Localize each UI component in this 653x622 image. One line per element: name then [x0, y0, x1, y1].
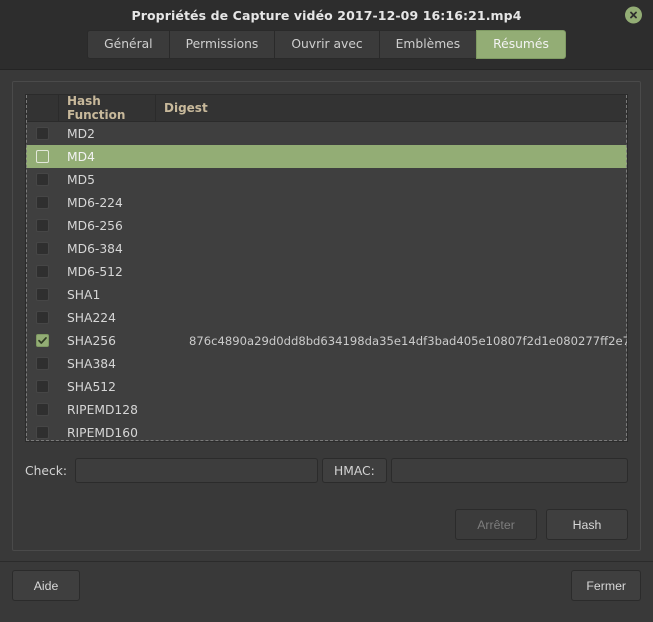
table-row[interactable]: MD4 — [26, 145, 627, 169]
check-row: Check: HMAC: — [25, 458, 628, 484]
checkbox-checked-icon[interactable] — [36, 334, 49, 348]
table-row[interactable]: MD6-512 — [26, 260, 627, 283]
checkbox-icon[interactable] — [36, 219, 49, 233]
hash-function-name: RIPEMD160 — [67, 425, 138, 440]
close-window-button[interactable] — [625, 6, 642, 24]
column-header-checkbox — [26, 95, 59, 122]
digests-panel: Hash Function Digest MD2 MD4 MD5 MD6-224 MD6… — [12, 81, 641, 552]
tab-label: Permissions — [185, 37, 259, 51]
tab-emblems[interactable]: Emblèmes — [378, 30, 477, 60]
tab-label: Ouvrir avec — [291, 37, 363, 51]
row-checkbox-cell[interactable] — [26, 127, 59, 141]
stop-button[interactable]: Arrêter — [455, 509, 537, 541]
hash-function-name: SHA256 — [67, 333, 116, 348]
row-checkbox-cell[interactable] — [26, 334, 59, 348]
hash-function-list[interactable]: Hash Function Digest MD2 MD4 MD5 MD6-224 MD6… — [25, 94, 628, 443]
table-row[interactable]: MD6-256 — [26, 214, 627, 237]
check-input[interactable] — [74, 458, 318, 484]
checkbox-icon[interactable] — [36, 357, 49, 371]
table-row[interactable]: SHA224 — [26, 306, 627, 329]
help-button[interactable]: Aide — [12, 570, 80, 602]
hash-button[interactable]: Hash — [546, 509, 628, 541]
row-checkbox-cell[interactable] — [26, 403, 59, 417]
hash-function-name: MD6-384 — [67, 241, 123, 256]
row-checkbox-cell[interactable] — [26, 357, 59, 371]
hash-function-name: RIPEMD128 — [67, 402, 138, 417]
hmac-label: HMAC: — [333, 463, 375, 478]
column-header-digest: Digest — [164, 101, 208, 116]
tab-label: Général — [104, 37, 153, 51]
hash-function-name: MD4 — [67, 149, 95, 164]
checkbox-icon[interactable] — [36, 311, 49, 325]
row-checkbox-cell[interactable] — [26, 173, 59, 187]
checkbox-icon[interactable] — [36, 380, 49, 394]
table-row[interactable]: MD6-224 — [26, 191, 627, 214]
checkbox-icon[interactable] — [36, 403, 49, 417]
hmac-button[interactable]: HMAC: — [321, 458, 387, 484]
hash-function-name: MD2 — [67, 126, 95, 141]
tab-general[interactable]: Général — [87, 30, 169, 60]
hmac-input[interactable] — [390, 458, 628, 484]
hash-function-name: SHA512 — [67, 379, 116, 394]
hash-function-name: MD5 — [67, 172, 95, 187]
checkbox-icon[interactable] — [36, 173, 49, 187]
tabstrip: Général Permissions Ouvrir avec Emblèmes… — [87, 30, 566, 60]
row-checkbox-cell[interactable] — [26, 242, 59, 256]
checkbox-icon[interactable] — [36, 150, 49, 164]
checkbox-icon[interactable] — [36, 196, 49, 210]
hash-function-name: SHA1 — [67, 287, 101, 302]
row-checkbox-cell[interactable] — [26, 219, 59, 233]
row-checkbox-cell[interactable] — [26, 380, 59, 394]
table-row[interactable]: SHA512 — [26, 375, 627, 398]
column-header-hash-function: Hash Function — [59, 94, 156, 122]
check-label: Check: — [25, 463, 67, 478]
hash-list-rows: MD2 MD4 MD5 MD6-224 MD6-256 MD6-384 MD6-512 SHA… — [26, 122, 627, 442]
window-title: Propriétés de Capture vidéo 2017-12-09 1… — [131, 7, 522, 23]
table-row[interactable]: SHA384 — [26, 352, 627, 375]
close-icon — [628, 10, 639, 21]
checkbox-icon[interactable] — [36, 288, 49, 302]
table-row[interactable]: RIPEMD128 — [26, 398, 627, 421]
row-checkbox-cell[interactable] — [26, 150, 59, 164]
checkbox-icon[interactable] — [36, 265, 49, 279]
tabstrip-container: Général Permissions Ouvrir avec Emblèmes… — [0, 30, 653, 70]
tab-label: Emblèmes — [395, 37, 461, 51]
checkbox-icon[interactable] — [36, 426, 49, 440]
tab-digests[interactable]: Résumés — [476, 30, 566, 60]
window-titlebar: Propriétés de Capture vidéo 2017-12-09 1… — [0, 0, 653, 30]
tab-open-with[interactable]: Ouvrir avec — [274, 30, 379, 60]
hash-function-name: MD6-512 — [67, 264, 123, 279]
hash-function-name: MD6-224 — [67, 195, 123, 210]
table-row[interactable]: RIPEMD160 — [26, 421, 627, 442]
row-checkbox-cell[interactable] — [26, 265, 59, 279]
checkbox-icon[interactable] — [36, 242, 49, 256]
dialog-body: Hash Function Digest MD2 MD4 MD5 MD6-224 MD6… — [0, 69, 653, 562]
row-checkbox-cell[interactable] — [26, 311, 59, 325]
table-row[interactable]: MD5 — [26, 168, 627, 191]
hash-function-name: SHA384 — [67, 356, 116, 371]
table-row[interactable]: MD2 — [26, 122, 627, 145]
row-checkbox-cell[interactable] — [26, 426, 59, 440]
hash-list-header: Hash Function Digest — [26, 94, 627, 123]
dialog-footer: Aide Fermer — [0, 561, 653, 610]
table-row[interactable]: SHA1 — [26, 283, 627, 306]
hash-function-name: MD6-256 — [67, 218, 123, 233]
tab-permissions[interactable]: Permissions — [168, 30, 275, 60]
row-checkbox-cell[interactable] — [26, 288, 59, 302]
tab-label: Résumés — [493, 37, 549, 51]
table-row[interactable]: SHA256 876c4890a29d0dd8bd634198da35e14df3… — [26, 329, 627, 352]
checkbox-icon[interactable] — [36, 127, 49, 141]
action-buttons: Arrêter Hash — [25, 509, 628, 541]
hash-digest-value: 876c4890a29d0dd8bd634198da35e14df3bad405… — [189, 333, 627, 348]
row-checkbox-cell[interactable] — [26, 196, 59, 210]
close-button[interactable]: Fermer — [571, 570, 641, 602]
table-row[interactable]: MD6-384 — [26, 237, 627, 260]
hash-function-name: SHA224 — [67, 310, 116, 325]
